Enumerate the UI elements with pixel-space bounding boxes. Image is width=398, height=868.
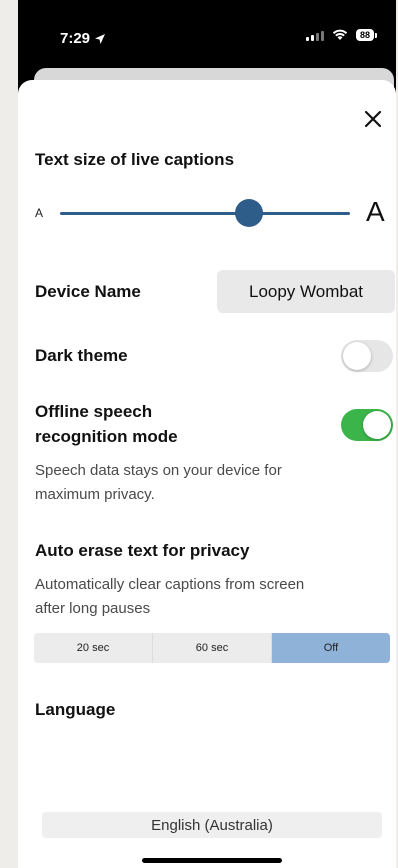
dark-theme-toggle[interactable] — [341, 340, 393, 372]
close-button[interactable] — [358, 104, 388, 134]
language-selector[interactable]: English (Australia) — [42, 812, 382, 838]
toggle-knob — [363, 411, 391, 439]
close-icon — [364, 110, 382, 128]
auto-erase-segmented-control: 20 sec 60 sec Off — [34, 633, 390, 663]
caption-size-slider-thumb[interactable] — [234, 199, 263, 227]
dark-theme-label: Dark theme — [35, 346, 128, 365]
caption-size-slider-track[interactable] — [60, 212, 350, 215]
home-indicator[interactable] — [142, 858, 282, 863]
caption-size-title: Text size of live captions — [35, 150, 235, 169]
auto-erase-desc-line1: Automatically clear captions from screen — [35, 576, 305, 593]
offline-mode-label-line1: Offline speech — [35, 402, 153, 421]
auto-erase-option-20sec[interactable]: 20 sec — [34, 633, 152, 663]
offline-mode-toggle[interactable] — [341, 409, 393, 441]
auto-erase-desc-line2: after long pauses — [35, 600, 151, 617]
location-arrow-icon — [95, 33, 106, 44]
time-text: 7:29 — [60, 30, 91, 47]
status-icons: 88 — [305, 29, 378, 41]
small-text-label: A — [35, 206, 44, 220]
auto-erase-title: Auto erase text for privacy — [35, 541, 250, 560]
phone-screen: 7:29 88 Text size of live captions A A D… — [18, 0, 396, 868]
status-time: 7:29 — [60, 30, 106, 47]
offline-mode-label-line2: recognition mode — [35, 427, 178, 446]
wifi-icon — [332, 29, 348, 40]
device-name-label: Device Name — [35, 282, 141, 301]
language-title: Language — [35, 700, 116, 719]
large-text-label: A — [366, 196, 385, 227]
signal-icon — [305, 30, 324, 41]
offline-mode-desc-line2: maximum privacy. — [35, 486, 155, 503]
battery-icon: 88 — [355, 29, 378, 41]
auto-erase-option-60sec[interactable]: 60 sec — [152, 633, 271, 663]
device-name-field[interactable]: Loopy Wombat — [217, 270, 395, 313]
status-bar: 7:29 88 — [18, 0, 396, 72]
toggle-knob — [343, 342, 371, 370]
settings-sheet: Text size of live captions A A Device Na… — [18, 80, 396, 868]
offline-mode-desc-line1: Speech data stays on your device for — [35, 462, 282, 479]
auto-erase-option-off[interactable]: Off — [271, 633, 390, 663]
